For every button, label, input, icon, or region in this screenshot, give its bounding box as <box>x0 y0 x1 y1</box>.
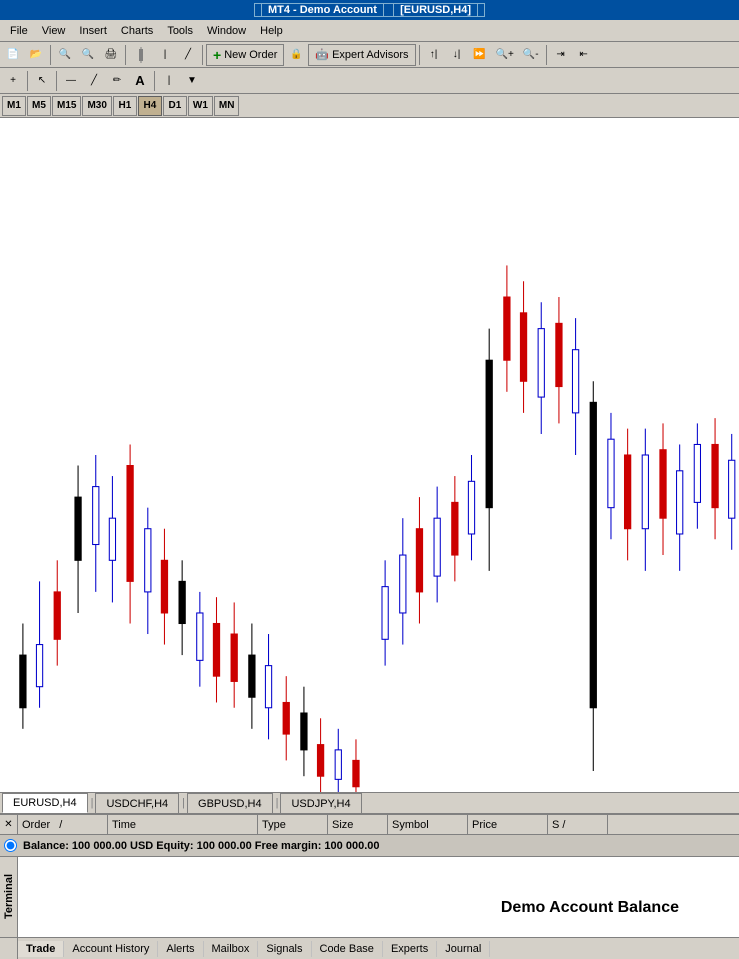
chart-tab-gbpusd[interactable]: GBPUSD,H4 <box>187 793 273 813</box>
chart-tab-usdjpy[interactable]: USDJPY,H4 <box>280 793 361 813</box>
side-terminal-label: Terminal <box>0 857 18 937</box>
term-tab-alerts[interactable]: Alerts <box>158 941 203 957</box>
col-symbol: Symbol <box>388 815 468 834</box>
open-button[interactable]: 📂 <box>25 44 47 66</box>
dropdown-button[interactable]: ▼ <box>181 70 203 92</box>
pen-button[interactable]: ✏ <box>106 70 128 92</box>
chart-tab-eurusd[interactable]: EURUSD,H4 <box>2 793 88 813</box>
tf-h4[interactable]: H4 <box>138 96 162 116</box>
timeframe-bar: M1 M5 M15 M30 H1 H4 D1 W1 MN <box>0 94 739 118</box>
demo-balance-text: Demo Account Balance <box>501 899 679 916</box>
terminal-tabs: Trade Account History Alerts Mailbox Sig… <box>0 937 739 959</box>
toolbar-sep5 <box>546 45 547 65</box>
title-text: MT4 - Demo Account [EURUSD,H4] <box>254 3 485 17</box>
title-bar: MT4 - Demo Account [EURUSD,H4] <box>0 0 739 20</box>
menu-file[interactable]: File <box>4 23 34 39</box>
hline-button[interactable]: — <box>60 70 82 92</box>
app-title: MT4 - Demo Account <box>261 3 384 17</box>
term-tab-trade[interactable]: Trade <box>18 941 64 957</box>
tf-m1[interactable]: M1 <box>2 96 26 116</box>
chart-tab-label-eurusd: EURUSD,H4 <box>13 797 77 809</box>
tf-w1[interactable]: W1 <box>188 96 213 116</box>
symbol-text: [EURUSD,H4] <box>393 3 478 17</box>
candlestick-button[interactable] <box>129 44 153 66</box>
toolbar-sep1 <box>50 45 51 65</box>
expert-advisors-button[interactable]: 🤖 Expert Advisors <box>308 44 415 66</box>
term-tab-experts[interactable]: Experts <box>383 941 437 957</box>
terminal-close-button[interactable]: ✕ <box>0 815 18 834</box>
chart-shift-button[interactable]: ⇥ <box>550 44 572 66</box>
new-order-label: New Order <box>224 49 277 61</box>
terminal-col-header-row: ✕ Order / Time Type Size Symbol Price S … <box>0 815 739 835</box>
draw-sep3 <box>154 71 155 91</box>
menu-view[interactable]: View <box>36 23 72 39</box>
term-tab-mailbox[interactable]: Mailbox <box>204 941 259 957</box>
term-tab-account-history[interactable]: Account History <box>64 941 158 957</box>
chart-tab-label-gbpusd: GBPUSD,H4 <box>198 798 262 810</box>
term-tab-signals[interactable]: Signals <box>258 941 311 957</box>
menu-help[interactable]: Help <box>254 23 289 39</box>
toolbar2: + ↖ — ╱ ✏ A | ▼ <box>0 68 739 94</box>
toolbar-sep2 <box>125 45 126 65</box>
auto-scroll-button[interactable]: ⇤ <box>573 44 595 66</box>
demo-balance-annotation: Demo Account Balance <box>501 899 679 917</box>
balance-row: Balance: 100 000.00 USD Equity: 100 000.… <box>0 835 739 857</box>
cursor-button[interactable]: ↖ <box>31 70 53 92</box>
toolbar1: 📄 📂 🔍 🔍 🖨 | ╱ + New Order 🔒 🤖 Expert Adv… <box>0 42 739 68</box>
chart-tab-usdchf[interactable]: USDCHF,H4 <box>95 793 179 813</box>
tf-m15[interactable]: M15 <box>52 96 81 116</box>
forward-button[interactable]: ⏩ <box>469 44 491 66</box>
balance-text: Balance: 100 000.00 USD Equity: 100 000.… <box>23 840 379 852</box>
col-size: Size <box>328 815 388 834</box>
sort-desc-button[interactable]: ↓| <box>446 44 468 66</box>
sort-asc-button[interactable]: ↑| <box>423 44 445 66</box>
draw-sep1 <box>27 71 28 91</box>
term-tab-codebase[interactable]: Code Base <box>312 941 383 957</box>
chart-tab-label-usdjpy: USDJPY,H4 <box>291 798 350 810</box>
period-sep-button[interactable]: | <box>158 70 180 92</box>
col-type: Type <box>258 815 328 834</box>
chart-tab-label-usdchf: USDCHF,H4 <box>106 798 168 810</box>
robot-icon: 🤖 <box>315 48 329 61</box>
chart-area[interactable]: Demo Account <box>0 118 739 792</box>
text-button[interactable]: A <box>129 70 151 92</box>
lock-button[interactable]: 🔒 <box>285 44 307 66</box>
new-chart-button[interactable]: 📄 <box>2 44 24 66</box>
zoom-out2-button[interactable]: 🔍- <box>519 44 543 66</box>
draw-sep2 <box>56 71 57 91</box>
toolbar-sep3 <box>202 45 203 65</box>
term-tab-journal[interactable]: Journal <box>437 941 490 957</box>
col-price: Price <box>468 815 548 834</box>
print-button[interactable]: 🖨 <box>100 44 122 66</box>
col-sl: S / <box>548 815 608 834</box>
balance-radio[interactable] <box>4 839 17 852</box>
bar-chart-button[interactable]: | <box>154 44 176 66</box>
terminal-tabs-spacer <box>0 938 18 959</box>
zoom-in-button[interactable]: 🔍 <box>54 44 76 66</box>
terminal-section: ✕ Order / Time Type Size Symbol Price S … <box>0 814 739 959</box>
tf-mn[interactable]: MN <box>214 96 240 116</box>
chart-tabs: EURUSD,H4 | USDCHF,H4 | GBPUSD,H4 | USDJ… <box>0 792 739 814</box>
line-chart-button[interactable]: ╱ <box>177 44 199 66</box>
zoom-fit-button[interactable]: 🔍+ <box>492 44 518 66</box>
tf-h1[interactable]: H1 <box>113 96 137 116</box>
trendline-button[interactable]: ╱ <box>83 70 105 92</box>
plus-icon: + <box>213 47 221 63</box>
tf-m5[interactable]: M5 <box>27 96 51 116</box>
new-order-button[interactable]: + New Order <box>206 44 284 66</box>
menu-window[interactable]: Window <box>201 23 252 39</box>
col-time: Time <box>108 815 258 834</box>
menu-charts[interactable]: Charts <box>115 23 159 39</box>
crosshair-button[interactable]: + <box>2 70 24 92</box>
expert-label: Expert Advisors <box>332 49 408 61</box>
col-order: Order / <box>18 815 108 834</box>
menu-insert[interactable]: Insert <box>73 23 113 39</box>
menu-tools[interactable]: Tools <box>161 23 199 39</box>
tf-m30[interactable]: M30 <box>82 96 111 116</box>
menu-bar: File View Insert Charts Tools Window Hel… <box>0 20 739 42</box>
toolbar-sep4 <box>419 45 420 65</box>
tf-d1[interactable]: D1 <box>163 96 187 116</box>
zoom-out-button[interactable]: 🔍 <box>77 44 99 66</box>
candlestick-chart <box>0 118 739 792</box>
